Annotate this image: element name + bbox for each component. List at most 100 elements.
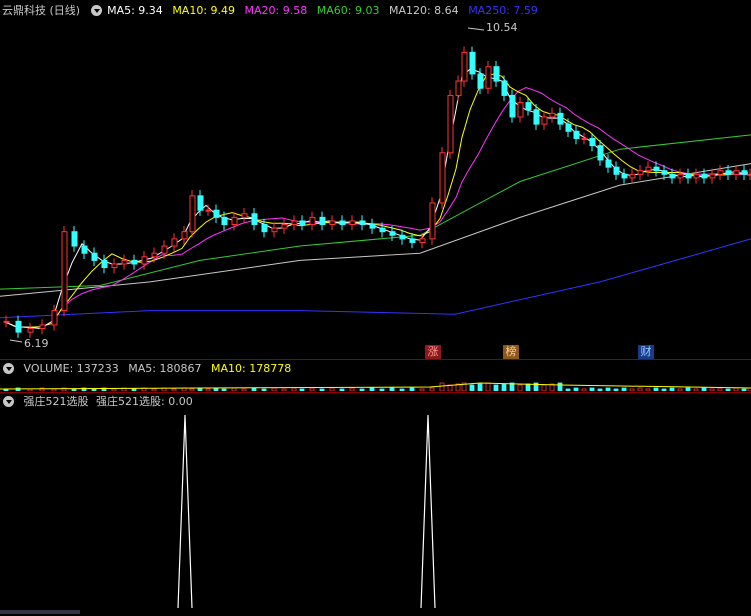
candle — [541, 116, 548, 125]
candle — [733, 170, 740, 175]
candle — [677, 173, 684, 179]
candle — [533, 109, 540, 125]
candle — [493, 66, 500, 82]
candle — [439, 152, 446, 204]
volume-bar — [501, 383, 507, 391]
volume-bar — [329, 387, 335, 391]
candle — [27, 328, 34, 333]
candle — [741, 170, 748, 175]
candle — [605, 159, 612, 168]
candle — [369, 224, 376, 229]
candle — [725, 170, 732, 175]
ma20-line — [3, 87, 748, 328]
candle — [151, 252, 158, 258]
volume-bar — [605, 387, 611, 391]
volume-bar — [221, 388, 227, 391]
candle — [181, 231, 188, 240]
volume-bar — [733, 387, 739, 391]
candle — [637, 170, 644, 175]
candle — [205, 209, 212, 212]
candle — [339, 220, 346, 226]
candle — [39, 324, 46, 330]
volume-bar — [299, 388, 305, 391]
signal-spike — [177, 414, 193, 609]
volume-bar — [653, 387, 659, 391]
candle — [131, 259, 138, 265]
volume-bar — [693, 388, 699, 391]
candle — [111, 263, 118, 269]
candle — [429, 202, 436, 240]
volume-bar — [661, 388, 667, 391]
candle — [509, 94, 516, 118]
candle — [469, 51, 476, 75]
volume-bar — [419, 388, 425, 391]
dropdown-icon[interactable] — [3, 363, 14, 374]
volume-bar — [581, 388, 587, 391]
candle — [121, 259, 128, 265]
dropdown-icon[interactable] — [90, 5, 102, 16]
volume-bar — [725, 388, 731, 391]
candle — [477, 73, 484, 89]
volume-label: VOLUME: 137233 — [23, 362, 119, 375]
candle — [91, 252, 98, 261]
volume-legend: VOLUME: 137233 MA5: 180867 MA10: 178778 — [0, 361, 297, 377]
ranking-marker[interactable]: 榜 — [503, 345, 519, 359]
volume-bar — [409, 387, 415, 391]
candle — [329, 220, 336, 226]
ma10-line — [3, 73, 749, 328]
candle — [419, 238, 426, 243]
candle — [261, 224, 268, 233]
dropdown-icon[interactable] — [3, 396, 14, 407]
finance-marker[interactable]: 财 — [638, 345, 654, 359]
candle — [565, 123, 572, 132]
indicator-chart[interactable] — [0, 410, 751, 610]
volume-bar — [51, 388, 57, 391]
volume-bar — [557, 382, 563, 391]
bottom-scrollbar[interactable] — [0, 610, 80, 614]
volume-bar — [439, 382, 445, 391]
volume-bar — [91, 388, 97, 391]
volume-bar — [251, 387, 257, 391]
volume-bar — [597, 388, 603, 391]
candle — [359, 220, 366, 226]
divider-main — [0, 359, 751, 360]
volume-bar — [349, 387, 355, 391]
volume-bar — [309, 387, 315, 391]
limit-up-marker[interactable]: 涨 — [425, 345, 441, 359]
candle — [281, 224, 288, 229]
ma120-line — [0, 163, 751, 297]
candle — [557, 112, 564, 125]
candle — [197, 195, 204, 211]
volume-bar — [291, 387, 297, 391]
volume-bar — [701, 387, 707, 391]
candle — [693, 173, 700, 179]
candle — [71, 231, 78, 247]
high-pointer — [467, 27, 485, 31]
candle — [581, 137, 588, 140]
volume-bar — [151, 388, 157, 391]
stock-title: 云鼎科技 (日线) — [2, 4, 81, 17]
candle — [517, 102, 524, 118]
volume-bar — [241, 388, 247, 391]
volume-bar — [565, 388, 571, 391]
volume-bar — [613, 388, 619, 391]
volume-bar — [399, 388, 405, 391]
volume-bar — [469, 384, 475, 391]
candle — [349, 220, 356, 226]
candle — [101, 259, 108, 269]
volume-bar — [71, 388, 77, 391]
candle — [189, 195, 196, 233]
volume-bar — [281, 388, 287, 391]
candlestick-chart[interactable] — [0, 18, 751, 358]
candle — [51, 310, 58, 326]
candle — [669, 173, 676, 179]
candle — [399, 234, 406, 240]
candle — [15, 320, 22, 333]
volume-bar — [477, 383, 483, 391]
volume-bar — [111, 388, 117, 391]
candle — [597, 145, 604, 161]
volume-bar — [389, 387, 395, 391]
volume-chart[interactable] — [0, 377, 751, 391]
volume-bar — [261, 388, 267, 391]
volume-bar — [493, 384, 499, 391]
